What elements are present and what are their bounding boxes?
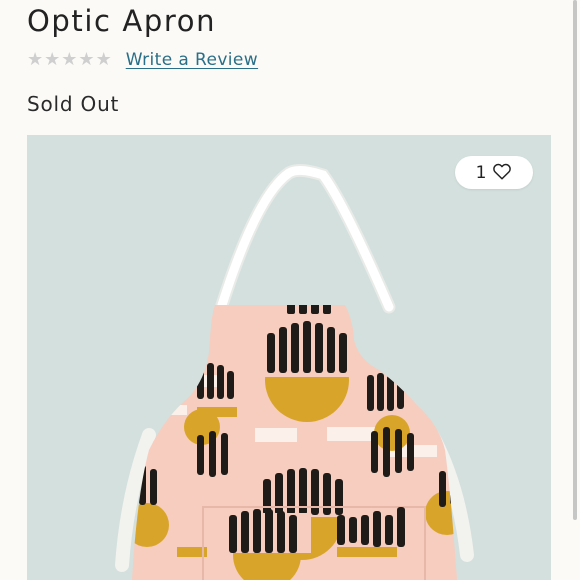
write-review-link[interactable]: Write a Review <box>126 50 258 70</box>
star-icon: ★ <box>95 49 112 70</box>
rating-row: ★ ★ ★ ★ ★ Write a Review <box>27 48 258 72</box>
product-image[interactable] <box>27 135 551 580</box>
star-rating[interactable]: ★ ★ ★ ★ ★ <box>27 51 112 69</box>
star-icon: ★ <box>78 49 95 70</box>
apron-image <box>27 135 551 580</box>
heart-outline-icon <box>492 162 512 184</box>
like-count: 1 <box>475 162 487 183</box>
product-title: Optic Apron <box>27 4 217 38</box>
star-icon: ★ <box>27 49 44 70</box>
scrollbar[interactable] <box>573 0 577 520</box>
like-button[interactable]: 1 <box>455 156 533 189</box>
star-icon: ★ <box>44 49 61 70</box>
star-icon: ★ <box>61 49 78 70</box>
stock-status: Sold Out <box>27 92 120 116</box>
